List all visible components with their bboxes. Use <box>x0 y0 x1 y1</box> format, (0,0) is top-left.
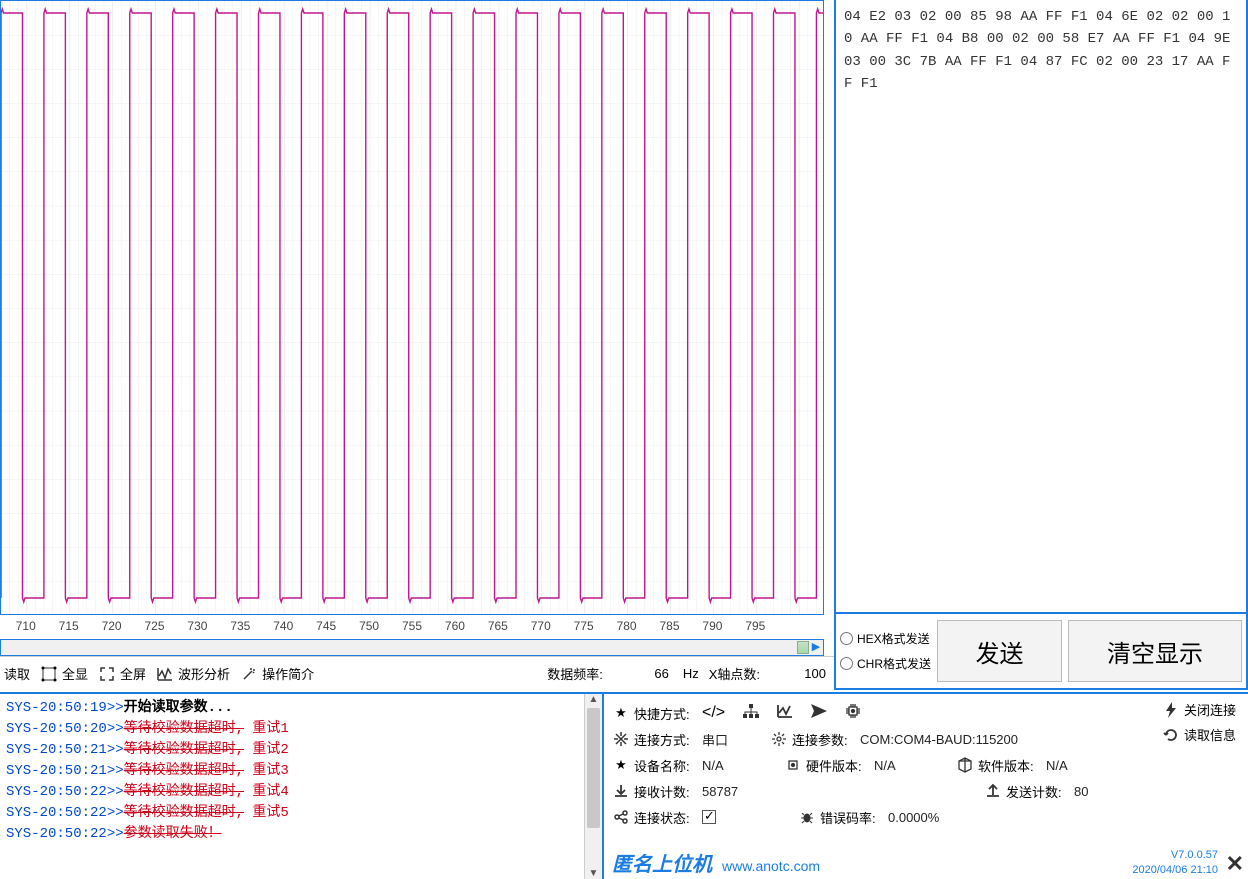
conn-mode-value: 串口 <box>702 730 728 749</box>
hex-send-bar: HEX格式发送 CHR格式发送 发送 清空显示 <box>836 612 1246 688</box>
chip-icon <box>784 757 802 773</box>
waveform-plot[interactable] <box>0 0 824 615</box>
wave-icon <box>156 666 174 682</box>
status-panel: ★快捷方式: </> 连接方式: 串口 <box>604 694 1248 879</box>
quick-label: 快捷方式: <box>634 704 690 723</box>
download-icon <box>612 783 630 799</box>
sw-ver-value: N/A <box>1046 758 1068 773</box>
send-icon[interactable] <box>811 704 827 723</box>
brand-url[interactable]: www.anotc.com <box>722 858 820 874</box>
fullscreen-button[interactable]: 全屏 <box>98 664 146 683</box>
rx-count-value: 58787 <box>702 784 762 799</box>
tx-count-label: 发送计数: <box>1006 782 1062 801</box>
conn-state-label: 连接状态: <box>634 808 690 827</box>
link-icon <box>612 731 630 747</box>
log-panel: SYS-20:50:19>>开始读取参数...SYS-20:50:20>>等待校… <box>0 694 604 879</box>
x-axis-ticks: 7107157207257307357407457507557607657707… <box>0 615 834 639</box>
cube-icon <box>956 757 974 773</box>
horizontal-scrollbar[interactable]: ▶ <box>0 639 824 656</box>
err-rate-label: 错误码率: <box>820 808 876 827</box>
expand-icon <box>98 666 116 682</box>
rx-count-label: 接收计数: <box>634 782 690 801</box>
freq-value-input[interactable] <box>613 666 673 681</box>
waveform-panel: 7107157207257307357407457507557607657707… <box>0 0 834 690</box>
refresh-icon <box>1162 727 1180 743</box>
tx-count-value: 80 <box>1074 784 1114 799</box>
hw-ver-value: N/A <box>874 758 934 773</box>
brand-name: 匿名上位机 <box>612 848 712 877</box>
radio-hex-format[interactable]: HEX格式发送 <box>840 630 931 647</box>
scroll-down-arrow[interactable]: ▼ <box>585 868 602 879</box>
close-icon[interactable]: ✕ <box>1226 851 1244 877</box>
share-icon <box>612 809 630 825</box>
star-icon: ★ <box>612 757 630 773</box>
clear-display-button[interactable]: 清空显示 <box>1068 620 1242 682</box>
hw-ver-label: 硬件版本: <box>806 756 862 775</box>
read-button[interactable]: 读取 <box>4 664 30 683</box>
dev-name-value: N/A <box>702 758 762 773</box>
hex-dump-area[interactable]: 04 E2 03 02 00 85 98 AA FF F1 04 6E 02 0… <box>836 0 1246 612</box>
conn-params-value: COM:COM4-BAUD:115200 <box>860 732 1018 747</box>
full-show-button[interactable]: 全显 <box>40 664 88 683</box>
waveform-toolbar: 读取 全显 全屏 波形分析 <box>0 656 834 690</box>
err-rate-value: 0.0000% <box>888 810 939 825</box>
xpoints-value-input[interactable] <box>770 666 830 681</box>
guide-button[interactable]: 操作简介 <box>240 664 314 683</box>
wand-icon <box>240 666 258 682</box>
scrollbar-thumb[interactable] <box>587 708 600 828</box>
code-icon[interactable]: </> <box>702 704 725 722</box>
freq-label: 数据频率: <box>547 664 603 683</box>
xpoints-label: X轴点数: <box>709 664 760 683</box>
log-scrollbar[interactable]: ▲ ▼ <box>584 694 602 879</box>
log-body[interactable]: SYS-20:50:19>>开始读取参数...SYS-20:50:20>>等待校… <box>0 694 584 879</box>
footer-version: V7.0.0.57 2020/04/06 21:10 <box>1132 848 1218 877</box>
bug-icon <box>798 809 816 825</box>
upload-icon <box>984 783 1002 799</box>
read-info-button[interactable]: 读取信息 <box>1162 725 1236 744</box>
hex-panel: 04 E2 03 02 00 85 98 AA FF F1 04 6E 02 0… <box>834 0 1248 690</box>
dev-name-label: 设备名称: <box>634 756 690 775</box>
conn-params-label: 连接参数: <box>792 730 848 749</box>
wave-analysis-button[interactable]: 波形分析 <box>156 664 230 683</box>
conn-state-checkbox[interactable] <box>702 810 716 824</box>
send-button[interactable]: 发送 <box>937 620 1062 682</box>
freq-unit: Hz <box>683 666 699 681</box>
conn-mode-label: 连接方式: <box>634 730 690 749</box>
bolt-icon <box>1162 702 1180 718</box>
close-connection-button[interactable]: 关闭连接 <box>1162 700 1236 719</box>
bounds-icon <box>40 666 58 682</box>
sw-ver-label: 软件版本: <box>978 756 1034 775</box>
star-icon: ★ <box>612 705 630 721</box>
scroll-up-arrow[interactable]: ▲ <box>585 694 602 705</box>
quick-actions: </> <box>702 703 861 724</box>
tree-icon[interactable] <box>743 704 759 723</box>
scrollbar-right-arrow[interactable]: ▶ <box>810 641 822 654</box>
scrollbar-thumb[interactable] <box>797 641 809 654</box>
radio-chr-format[interactable]: CHR格式发送 <box>840 655 931 672</box>
params-icon <box>770 731 788 747</box>
footer-brand: 匿名上位机 www.anotc.com <box>612 848 820 877</box>
chart-icon[interactable] <box>777 704 793 723</box>
chip-icon[interactable] <box>845 703 861 724</box>
